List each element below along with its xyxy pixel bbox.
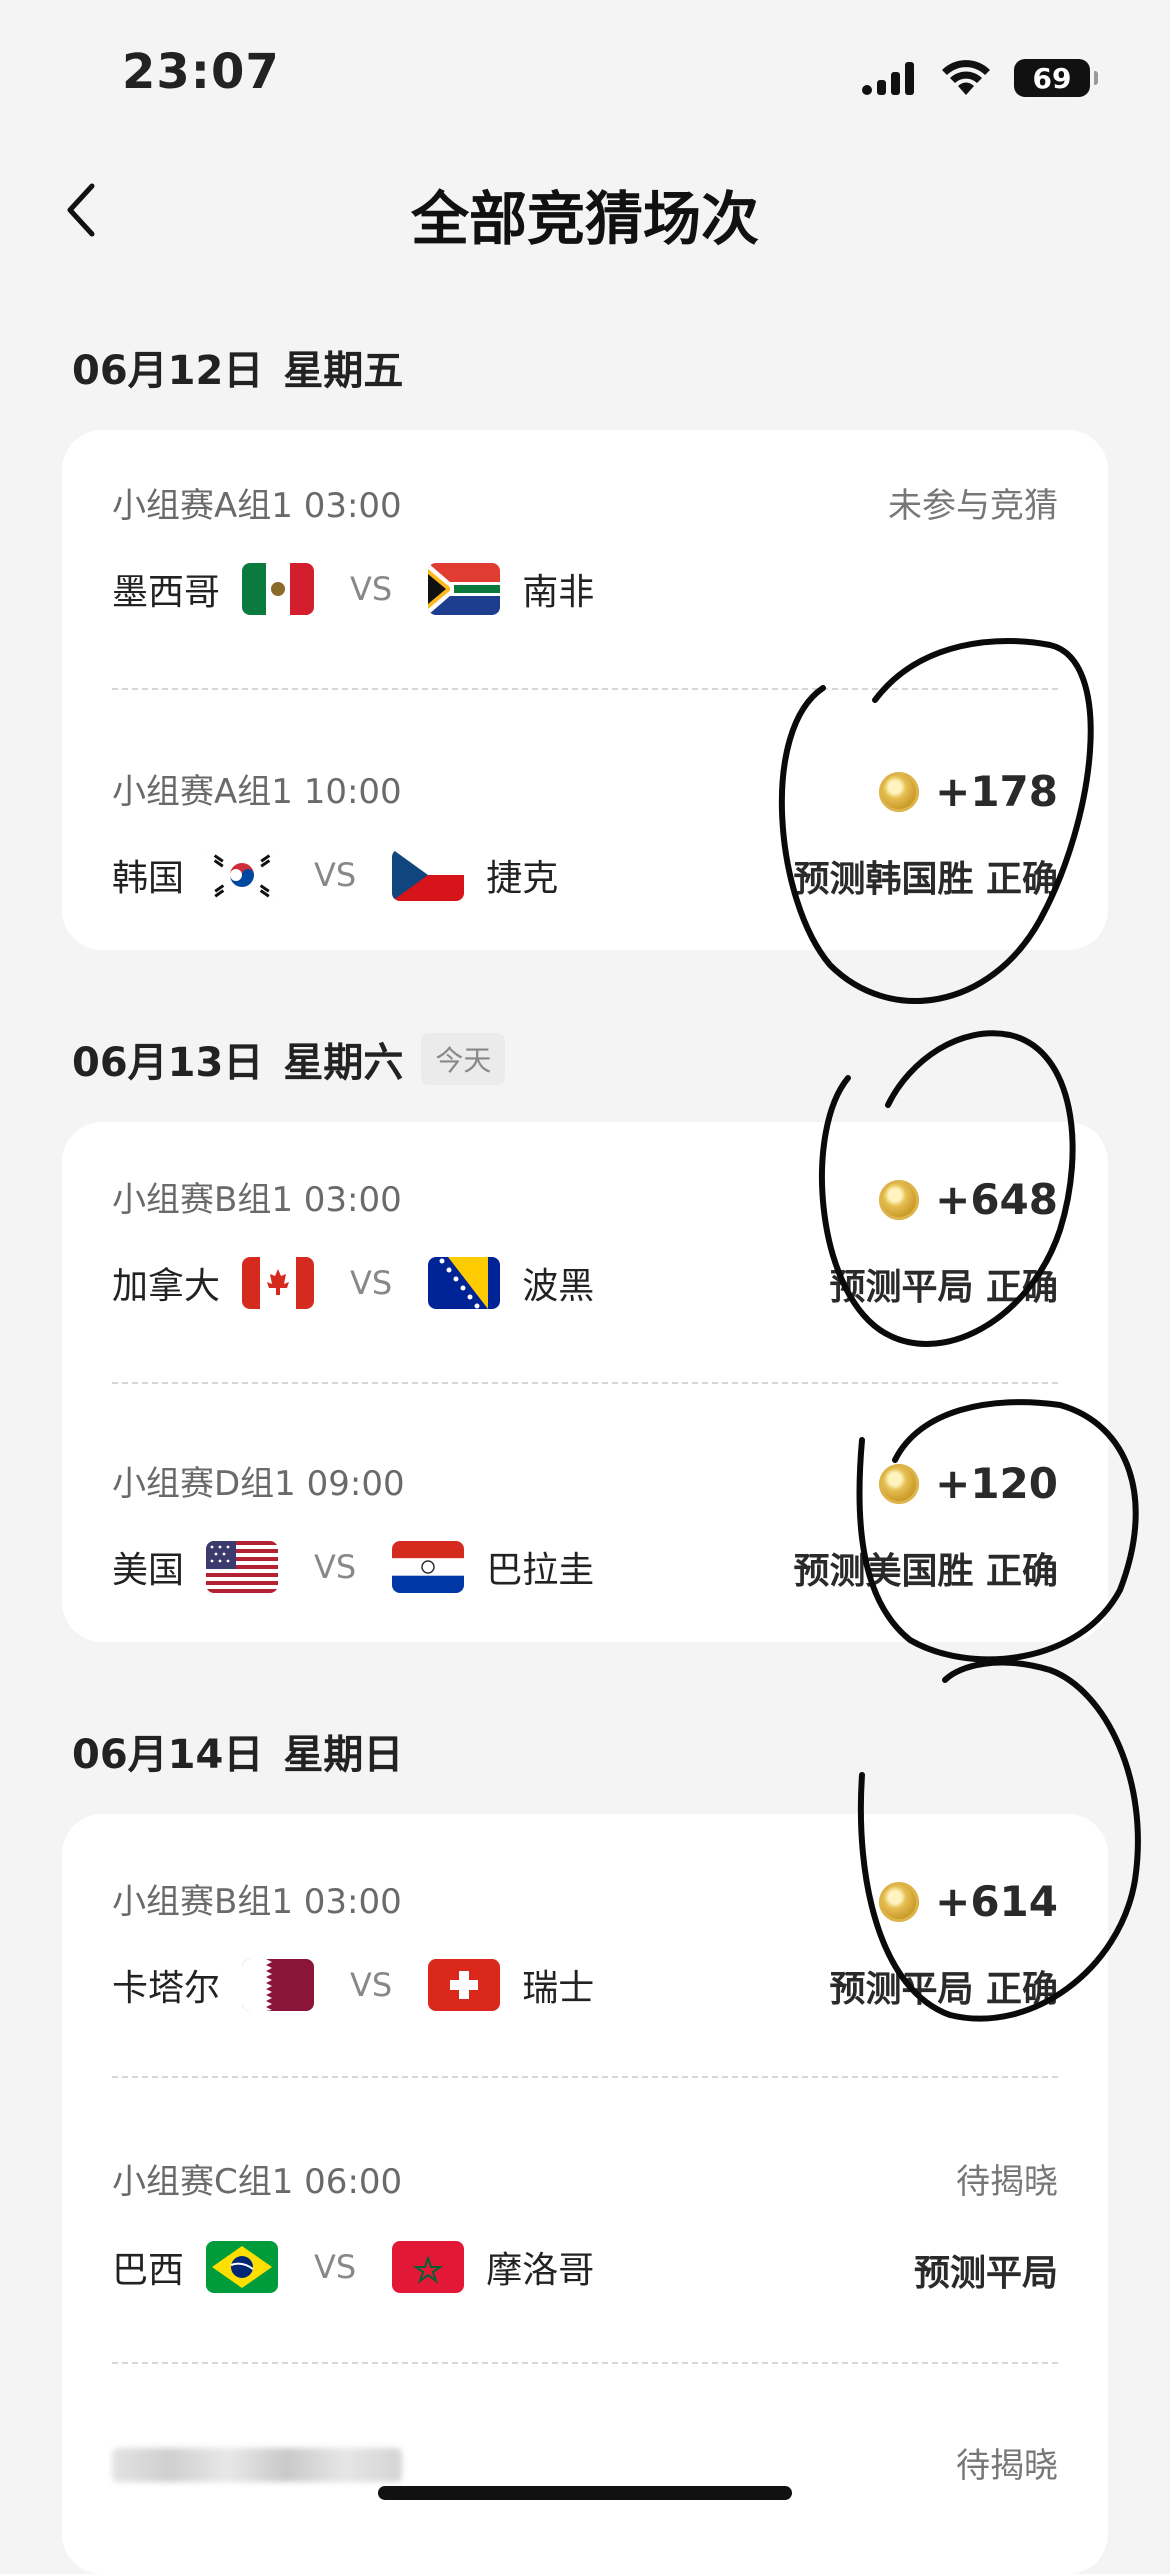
date-label: 06月13日 <box>72 1040 264 1086</box>
teams-row: 墨西哥 VS 南非 <box>112 560 594 618</box>
match-meta: 小组赛D组1 09:00 <box>112 1464 405 1504</box>
morocco-flag <box>392 2241 465 2293</box>
match-divider <box>112 2076 1058 2078</box>
battery-icon: 69 <box>1014 59 1098 97</box>
reward-value: +120 <box>935 1459 1058 1508</box>
south-korea-flag <box>206 849 279 901</box>
away-team: 捷克 <box>486 858 559 899</box>
away-team: 摩洛哥 <box>486 2250 595 2291</box>
match-item[interactable]: 小组赛C组1 06:00 待揭晓 巴西 VS 摩洛哥 预测平局 <box>62 2160 1108 2330</box>
today-badge: 今天 <box>421 1033 506 1085</box>
match-item[interactable]: 小组赛D组1 09:00 +120 美国 VS 巴拉圭 预测美国胜 正确 <box>62 1459 1108 1632</box>
home-team: 巴西 <box>112 2250 185 2291</box>
match-card-jun13: 小组赛B组1 03:00 +648 加拿大 VS 波黑 预测平局 正确 小组赛D… <box>62 1122 1108 1642</box>
blurred-text <box>112 2448 402 2482</box>
battery-level: 69 <box>1032 61 1072 95</box>
czech-flag <box>392 849 465 901</box>
match-card-jun12: 小组赛A组1 03:00 未参与竞猜 墨西哥 VS 南非 小组赛A组1 10:0… <box>62 430 1108 950</box>
away-team: 巴拉圭 <box>486 1550 595 1591</box>
reward-value: +614 <box>935 1877 1058 1926</box>
match-status: 未参与竞猜 <box>888 486 1058 526</box>
date-label: 06月12日 <box>72 348 264 394</box>
qatar-flag <box>242 1959 315 2011</box>
teams-row: 加拿大 VS 波黑 <box>112 1254 594 1312</box>
weekday-label: 星期五 <box>283 348 404 394</box>
home-team: 卡塔尔 <box>112 1968 221 2009</box>
reward-points: +178 <box>879 764 1058 820</box>
status-icons: 69 <box>862 58 1098 98</box>
vs-label: VS <box>314 856 357 894</box>
reward-value: +648 <box>935 1175 1058 1224</box>
prediction-result: 预测平局 正确 <box>829 1969 1058 2010</box>
coin-icon <box>879 772 920 812</box>
match-meta: 小组赛A组1 10:00 <box>112 772 402 812</box>
usa-flag <box>206 1541 279 1593</box>
coin-icon <box>879 1882 920 1922</box>
mexico-flag <box>242 563 315 615</box>
home-team: 韩国 <box>112 858 185 899</box>
match-item[interactable]: 小组赛B组1 03:00 +648 加拿大 VS 波黑 预测平局 正确 <box>62 1175 1108 1348</box>
match-meta: 小组赛B组1 03:00 <box>112 1882 402 1922</box>
match-divider <box>112 1382 1058 1384</box>
match-meta: 小组赛B组1 03:00 <box>112 1180 402 1220</box>
teams-row: 美国 VS 巴拉圭 <box>112 1538 594 1596</box>
switzerland-flag <box>428 1959 501 2011</box>
reward-value: +178 <box>935 767 1058 816</box>
match-meta: 小组赛C组1 06:00 <box>112 2162 403 2202</box>
date-label: 06月14日 <box>72 1732 264 1778</box>
bosnia-flag <box>428 1257 501 1309</box>
weekday-label: 星期日 <box>283 1732 404 1778</box>
south-africa-flag <box>428 563 501 615</box>
page-title: 全部竞猜场次 <box>410 185 759 253</box>
away-team: 波黑 <box>522 1266 595 1307</box>
match-meta-redacted <box>112 2448 402 2493</box>
vs-label: VS <box>314 2248 357 2286</box>
date-header-jun13: 06月13日 星期六 今天 <box>72 1030 506 1088</box>
weekday-label: 星期六 <box>283 1040 404 1086</box>
brazil-flag <box>206 2241 279 2293</box>
coin-icon <box>879 1180 920 1220</box>
teams-row: 卡塔尔 VS 瑞士 <box>112 1956 594 2014</box>
vs-label: VS <box>350 1264 393 1302</box>
date-header-jun14: 06月14日 星期日 <box>72 1722 403 1780</box>
match-divider <box>112 688 1058 690</box>
prediction-result: 预测美国胜 正确 <box>793 1551 1058 1592</box>
home-indicator <box>378 2486 792 2500</box>
match-item[interactable]: 小组赛A组1 10:00 +178 韩国 VS 捷克 预测韩国胜 正确 <box>62 767 1108 940</box>
vs-label: VS <box>350 570 393 608</box>
canada-flag <box>242 1257 315 1309</box>
match-status: 待揭晓 <box>956 2446 1058 2486</box>
match-item[interactable]: 小组赛A组1 03:00 未参与竞猜 墨西哥 VS 南非 <box>62 484 1108 654</box>
match-meta: 小组赛A组1 03:00 <box>112 486 402 526</box>
paraguay-flag <box>392 1541 465 1593</box>
prediction-result: 预测平局 正确 <box>829 1267 1058 1308</box>
reward-points: +648 <box>879 1172 1058 1228</box>
teams-row: 韩国 VS 捷克 <box>112 846 558 904</box>
coin-icon <box>879 1464 920 1504</box>
away-team: 南非 <box>522 572 595 613</box>
match-card-jun14: 小组赛B组1 03:00 +614 卡塔尔 VS 瑞士 预测平局 正确 小组赛C… <box>62 1814 1108 2574</box>
teams-row: 巴西 VS 摩洛哥 <box>112 2238 594 2296</box>
wifi-icon <box>942 60 990 95</box>
prediction-result: 预测平局 <box>913 2253 1058 2294</box>
nav-bar: 全部竞猜场次 <box>0 150 1170 270</box>
vs-label: VS <box>314 1548 357 1586</box>
match-status: 待揭晓 <box>956 2162 1058 2202</box>
status-time: 23:07 <box>122 44 280 100</box>
reward-points: +614 <box>879 1874 1058 1930</box>
match-divider <box>112 2362 1058 2364</box>
home-team: 美国 <box>112 1550 185 1591</box>
match-item[interactable]: 小组赛B组1 03:00 +614 卡塔尔 VS 瑞士 预测平局 正确 <box>62 1877 1108 2050</box>
home-team: 墨西哥 <box>112 572 221 613</box>
status-bar: 23:07 69 <box>0 0 1170 150</box>
reward-points: +120 <box>879 1456 1058 1512</box>
home-team: 加拿大 <box>112 1266 221 1307</box>
prediction-result: 预测韩国胜 正确 <box>793 859 1058 900</box>
date-header-jun12: 06月12日 星期五 <box>72 338 403 396</box>
vs-label: VS <box>350 1966 393 2004</box>
match-item[interactable]: 待揭晓 <box>62 2444 1108 2574</box>
away-team: 瑞士 <box>522 1968 595 2009</box>
cellular-signal-icon <box>862 62 914 95</box>
